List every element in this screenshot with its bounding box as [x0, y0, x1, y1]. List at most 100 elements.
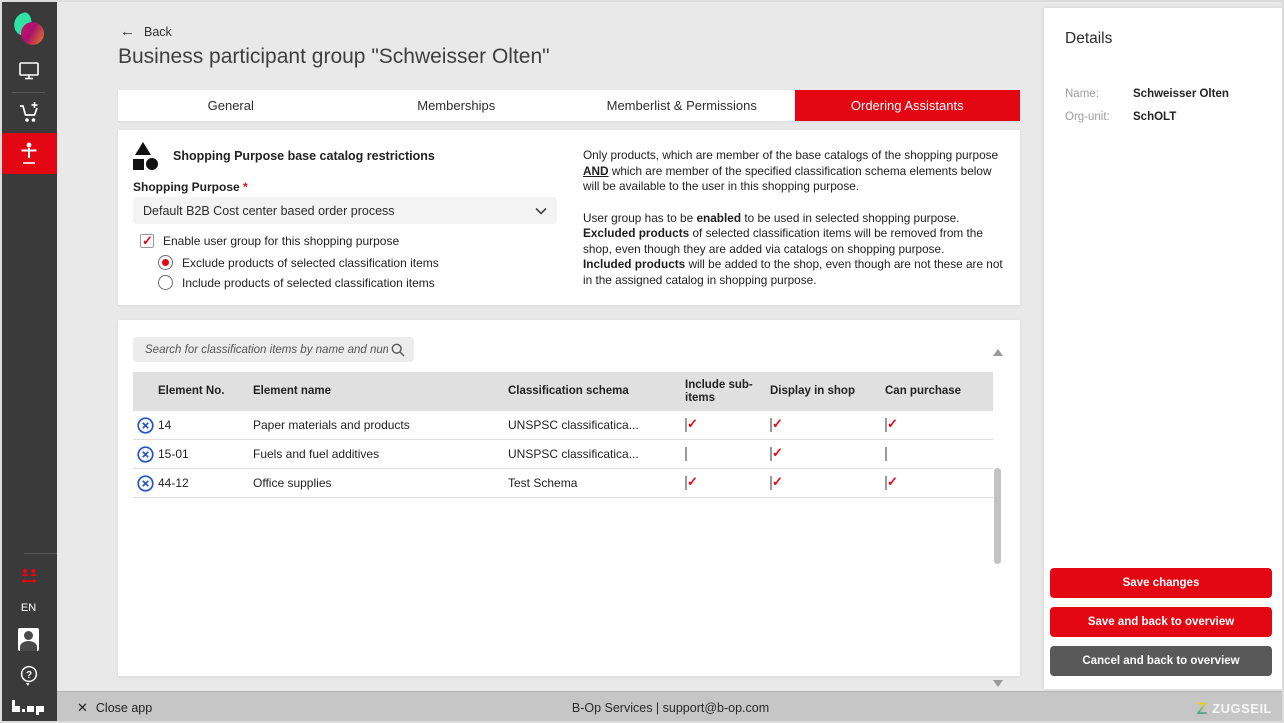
search-icon[interactable]: [390, 342, 406, 358]
classification-shapes-icon: [133, 142, 159, 170]
tab-memberships[interactable]: Memberships: [344, 90, 570, 121]
include-products-row: Include products of selected classificat…: [158, 275, 435, 290]
element-no: 44-12: [158, 476, 253, 490]
display-in-shop-checkbox[interactable]: [770, 476, 772, 490]
include-subitems-cell: [685, 418, 770, 432]
org-unit-label: Org-unit:: [1065, 111, 1133, 123]
monitor-icon: [17, 60, 41, 82]
shopping-purpose-value: Default B2B Cost center based order proc…: [143, 204, 395, 218]
accessibility-person-icon: [17, 141, 41, 167]
sidebar-item-participants-active[interactable]: [0, 133, 57, 174]
can-purchase-checkbox[interactable]: [885, 447, 887, 461]
display-in-shop-cell: [770, 418, 885, 432]
sidebar-divider: [12, 92, 45, 93]
remove-item-button[interactable]: [133, 446, 158, 463]
tab-ordering-assistants[interactable]: Ordering Assistants: [795, 90, 1021, 121]
table-row: 44-12 Office supplies Test Schema: [133, 469, 993, 498]
remove-circle-x-icon: [137, 417, 154, 434]
classification-table: Element No. Element name Classification …: [133, 372, 993, 498]
language-selector[interactable]: EN: [0, 602, 57, 614]
user-switch-icon: [17, 566, 41, 588]
remove-item-button[interactable]: [133, 475, 158, 492]
close-icon: ✕: [77, 700, 88, 716]
restrictions-card: Shopping Purpose base catalog restrictio…: [118, 130, 1020, 305]
sidebar-item-desktop[interactable]: [0, 60, 57, 82]
can-purchase-checkbox[interactable]: [885, 476, 887, 490]
include-subitems-checkbox[interactable]: [685, 476, 687, 490]
can-purchase-cell: [885, 447, 993, 461]
scroll-up-arrow[interactable]: [993, 349, 1003, 356]
remove-circle-x-icon: [137, 475, 154, 492]
required-marker: *: [243, 180, 248, 194]
enable-group-row: Enable user group for this shopping purp…: [140, 234, 399, 248]
can-purchase-cell: [885, 476, 993, 490]
details-fields: Name: Schweisser Olten Org-unit: SchOLT: [1065, 88, 1229, 123]
b-op-logo: [11, 700, 47, 715]
tab-memberlist-permissions[interactable]: Memberlist & Permissions: [569, 90, 795, 121]
exclude-products-row: Exclude products of selected classificat…: [158, 255, 439, 270]
sidebar-item-help[interactable]: ?: [0, 664, 57, 688]
display-in-shop-cell: [770, 476, 885, 490]
info-text: Only products, which are member of the b…: [583, 148, 1011, 288]
classification-schema: Test Schema: [508, 476, 685, 490]
scrollbar-thumb[interactable]: [994, 468, 1001, 564]
element-name: Paper materials and products: [253, 418, 508, 432]
brand-logo-icon: [13, 13, 45, 45]
include-subitems-checkbox[interactable]: [685, 418, 687, 432]
shopping-purpose-select[interactable]: Default B2B Cost center based order proc…: [133, 197, 557, 224]
sidebar-item-shop[interactable]: [0, 100, 57, 126]
close-app-button[interactable]: ✕ Close app: [77, 700, 152, 716]
sidebar: EN ?: [0, 0, 57, 723]
element-name: Fuels and fuel additives: [253, 447, 508, 461]
col-include-subitems: Include sub-items: [685, 379, 765, 405]
support-info: B-Op Services | support@b-op.com: [572, 701, 769, 715]
sidebar-item-profile[interactable]: [0, 628, 57, 651]
tab-bar: General Memberships Memberlist & Permiss…: [118, 90, 1020, 121]
enable-group-label: Enable user group for this shopping purp…: [163, 234, 399, 248]
name-label: Name:: [1065, 88, 1133, 100]
org-unit-value: SchOLT: [1133, 111, 1229, 123]
tab-general[interactable]: General: [118, 90, 344, 121]
classification-search: [133, 337, 414, 362]
element-no: 15-01: [158, 447, 253, 461]
col-element-no: Element No.: [158, 385, 253, 398]
table-row: 15-01 Fuels and fuel additives UNSPSC cl…: [133, 440, 993, 469]
display-in-shop-checkbox[interactable]: [770, 418, 772, 432]
include-subitems-checkbox[interactable]: [685, 447, 687, 461]
chevron-down-icon: [535, 207, 547, 215]
save-changes-button[interactable]: Save changes: [1050, 568, 1272, 598]
col-schema: Classification schema: [508, 385, 685, 398]
app-logo[interactable]: [0, 12, 57, 46]
search-input[interactable]: [143, 343, 390, 357]
app-window: EN ? ←: [0, 0, 1284, 723]
scroll-down-arrow[interactable]: [993, 680, 1003, 687]
include-subitems-cell: [685, 476, 770, 490]
details-buttons: Save changes Save and back to overview C…: [1050, 568, 1272, 676]
details-panel: Details Name: Schweisser Olten Org-unit:…: [1044, 8, 1282, 689]
back-label: Back: [144, 25, 172, 39]
back-button[interactable]: ← Back: [120, 23, 172, 40]
col-element-name: Element name: [253, 385, 508, 398]
sidebar-bottom: EN ?: [0, 553, 57, 723]
close-app-label: Close app: [96, 701, 152, 715]
table-header: Element No. Element name Classification …: [133, 372, 993, 411]
classification-card: Element No. Element name Classification …: [118, 320, 1020, 676]
shopping-purpose-label: Shopping Purpose *: [133, 180, 248, 194]
back-arrow-icon: ←: [120, 23, 135, 40]
cancel-back-overview-button[interactable]: Cancel and back to overview: [1050, 646, 1272, 676]
save-back-overview-button[interactable]: Save and back to overview: [1050, 607, 1272, 637]
classification-schema: UNSPSC classificatica...: [508, 447, 685, 461]
sidebar-item-user-switch[interactable]: [0, 566, 57, 588]
enable-group-checkbox[interactable]: [140, 234, 154, 248]
display-in-shop-cell: [770, 447, 885, 461]
info-paragraph: Only products, which are member of the b…: [583, 148, 1011, 195]
exclude-products-radio[interactable]: [158, 255, 173, 270]
remove-item-button[interactable]: [133, 417, 158, 434]
include-products-radio[interactable]: [158, 275, 173, 290]
can-purchase-cell: [885, 418, 993, 432]
svg-text:?: ?: [25, 670, 31, 681]
display-in-shop-checkbox[interactable]: [770, 447, 772, 461]
details-title: Details: [1065, 30, 1112, 48]
can-purchase-checkbox[interactable]: [885, 418, 887, 432]
element-no: 14: [158, 418, 253, 432]
